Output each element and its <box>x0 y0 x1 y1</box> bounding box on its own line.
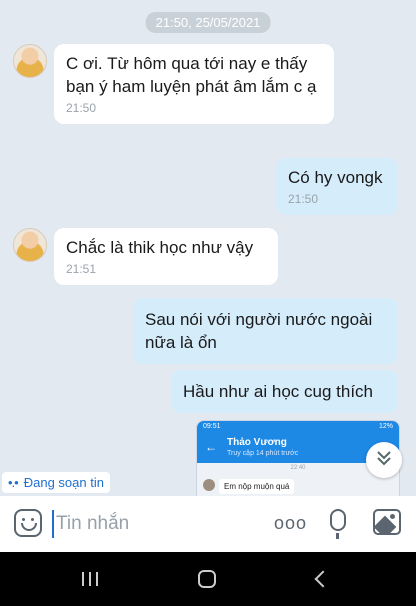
message-incoming[interactable]: Chắc là thik học như vậy 21:51 <box>54 228 278 285</box>
system-navigation-bar <box>0 552 416 606</box>
typing-label: Đang soạn tin <box>23 475 104 490</box>
image-icon[interactable] <box>373 509 401 535</box>
message-outgoing[interactable]: Sau nói với người nước ngoài nữa là ổn <box>133 298 398 364</box>
microphone-icon[interactable] <box>330 509 346 539</box>
message-text: Có hy vongk <box>288 168 383 187</box>
message-time: 21:50 <box>66 101 97 115</box>
message-incoming[interactable]: C ơi. Từ hôm qua tới nay e thấy bạn ý ha… <box>54 44 334 124</box>
typing-indicator: •.• Đang soạn tin <box>2 472 110 493</box>
avatar <box>203 479 215 491</box>
message-text: Sau nói với người nước ngoài nữa là ổn <box>145 310 373 352</box>
chat-area[interactable]: 21:50, 25/05/2021 C ơi. Từ hôm qua tới n… <box>0 0 416 496</box>
message-time: 21:51 <box>66 262 97 276</box>
back-arrow-icon: ← <box>205 440 217 454</box>
shared-image-contact-status: Truy cập 14 phút trước <box>227 450 299 457</box>
message-input[interactable]: Tin nhắn <box>52 510 252 538</box>
back-button[interactable] <box>314 570 332 588</box>
message-text: C ơi. Từ hôm qua tới nay e thấy bạn ý ha… <box>66 54 317 96</box>
shared-image-status-time: 09:51 <box>203 423 221 430</box>
home-button[interactable] <box>198 570 216 588</box>
typing-dots-icon: •.• <box>8 475 19 490</box>
shared-image-battery: 12% <box>378 423 393 430</box>
shared-image-message-text: Em nộp muộn quá <box>219 479 295 494</box>
date-separator: 21:50, 25/05/2021 <box>145 12 271 33</box>
avatar[interactable] <box>13 228 47 262</box>
shared-image-status-bar: 09:51 12% <box>197 421 399 433</box>
message-text: Chắc là thik học như vậy <box>66 238 254 257</box>
avatar[interactable] <box>13 44 47 78</box>
scroll-down-button[interactable] <box>366 442 402 478</box>
chevron-double-down-icon <box>375 449 393 472</box>
message-text: Hầu như ai học cug thích <box>183 382 373 401</box>
message-time: 21:50 <box>288 192 319 206</box>
more-icon[interactable]: ooo <box>274 513 307 534</box>
message-outgoing[interactable]: Hầu như ai học cug thích <box>171 370 398 413</box>
message-outgoing[interactable]: Có hy vongk 21:50 <box>276 158 398 215</box>
shared-image-contact-name: Thảo Vương <box>227 437 287 448</box>
message-composer: Tin nhắn ooo <box>0 496 416 552</box>
recents-button[interactable] <box>82 572 98 586</box>
sticker-icon[interactable] <box>14 509 42 537</box>
